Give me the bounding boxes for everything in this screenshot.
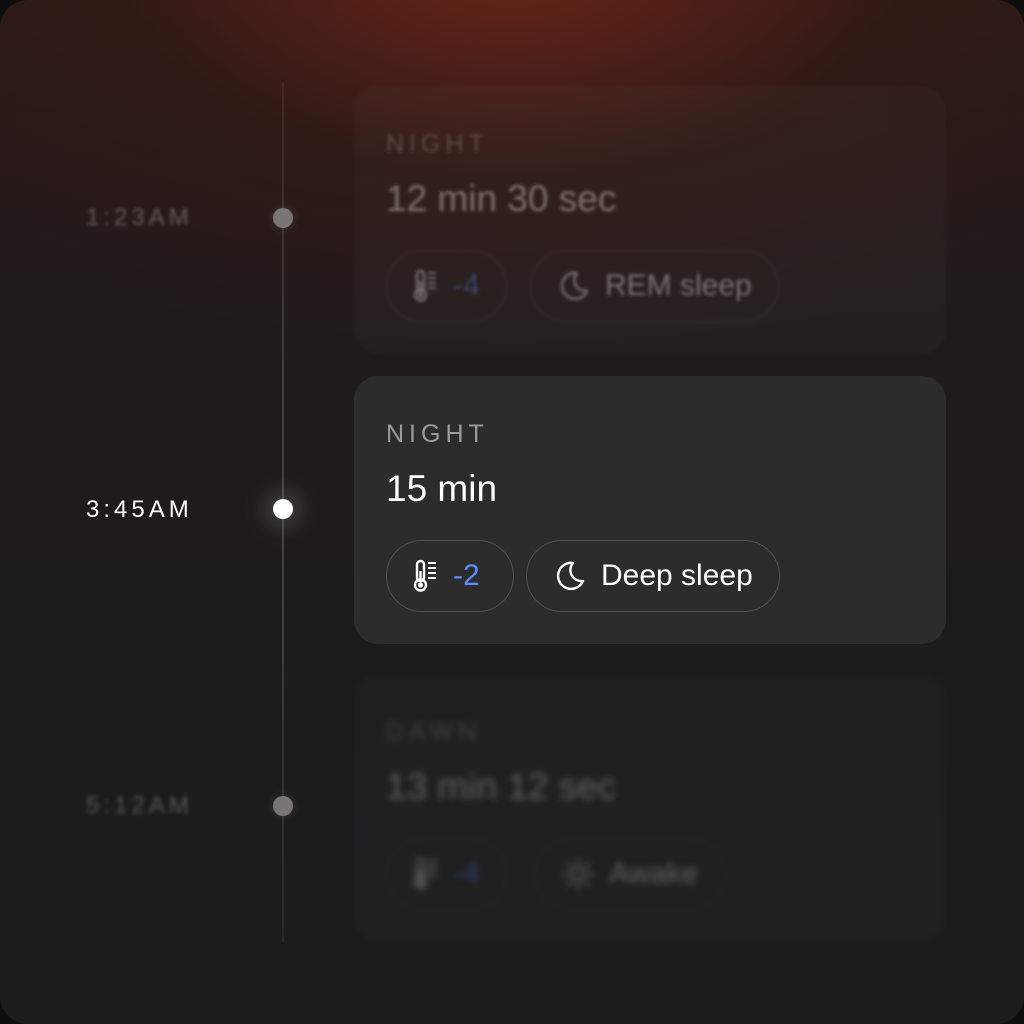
- temperature-value: -4: [453, 857, 480, 890]
- phase-period-label: NIGHT: [386, 130, 489, 158]
- moon-icon: [553, 559, 587, 593]
- sleep-stage-label: Awake: [609, 857, 699, 890]
- temperature-value: -4: [453, 269, 480, 302]
- entry-time: 5:12AM: [86, 792, 193, 819]
- phase-period-label: DAWN: [386, 718, 482, 746]
- phase-duration: 15 min: [386, 468, 498, 509]
- phase-duration: 12 min 30 sec: [386, 178, 617, 219]
- sleep-phase-card[interactable]: NIGHT 12 min 30 sec -4 REM sleep: [354, 86, 946, 354]
- timeline-dot[interactable]: [273, 796, 293, 816]
- sleep-phase-card[interactable]: DAWN 13 min 12 sec -4 Awake: [354, 674, 946, 942]
- thermometer-icon: [413, 857, 439, 891]
- temperature-chip[interactable]: -4: [386, 250, 507, 322]
- sleep-stage-chip[interactable]: REM sleep: [530, 250, 779, 322]
- sun-icon: [561, 857, 595, 891]
- sleep-stage-chip[interactable]: Deep sleep: [526, 540, 780, 612]
- timeline-dot[interactable]: [273, 208, 293, 228]
- temperature-chip[interactable]: -2: [386, 540, 514, 612]
- phase-period-label: NIGHT: [386, 420, 489, 448]
- sleep-stage-label: REM sleep: [605, 269, 752, 302]
- sleep-stage-chip[interactable]: Awake: [534, 838, 726, 910]
- sleep-stage-label: Deep sleep: [601, 559, 753, 592]
- entry-time: 1:23AM: [86, 204, 193, 231]
- thermometer-icon: [413, 559, 439, 593]
- sleep-timeline-panel: 1:23AM NIGHT 12 min 30 sec -4 REM sleep …: [0, 0, 1024, 1024]
- sleep-phase-card-active[interactable]: NIGHT 15 min -2 Deep sleep: [354, 376, 946, 644]
- timeline-dot-active[interactable]: [273, 499, 293, 519]
- moon-icon: [557, 269, 591, 303]
- entry-time: 3:45AM: [86, 496, 193, 523]
- thermometer-icon: [413, 269, 439, 303]
- phase-duration: 13 min 12 sec: [386, 766, 617, 807]
- temperature-chip[interactable]: -4: [386, 838, 507, 910]
- temperature-value: -2: [453, 559, 480, 592]
